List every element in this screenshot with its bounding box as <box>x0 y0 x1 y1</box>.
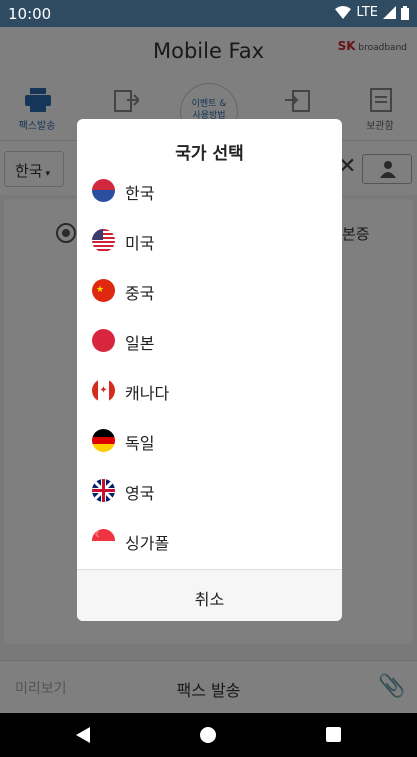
dialog-title: 국가 선택 <box>175 144 244 164</box>
signal-icon <box>383 6 396 19</box>
back-icon[interactable] <box>76 727 90 743</box>
network-label: LTE <box>356 5 378 20</box>
germany-flag-icon <box>92 429 115 452</box>
country-list: 한국 미국 ★ 중국 일본 ✦ 캐나다 독일 영국 ☾ 싱가폴 <box>77 165 342 565</box>
country-name: 미국 <box>125 234 155 253</box>
country-name: 중국 <box>125 284 155 303</box>
country-name: 독일 <box>125 434 155 453</box>
country-item-uk[interactable]: 영국 <box>77 465 342 515</box>
country-name: 일본 <box>125 334 155 353</box>
country-name: 싱가폴 <box>125 534 170 553</box>
korea-flag-icon <box>92 179 115 202</box>
home-icon[interactable] <box>200 727 216 743</box>
country-name: 한국 <box>125 184 155 203</box>
usa-flag-icon <box>92 229 115 252</box>
country-item-germany[interactable]: 독일 <box>77 415 342 465</box>
japan-flag-icon <box>92 329 115 352</box>
china-flag-icon: ★ <box>92 279 115 302</box>
battery-icon <box>401 5 409 20</box>
country-item-canada[interactable]: ✦ 캐나다 <box>77 365 342 415</box>
status-bar: 10:00 LTE <box>0 0 417 27</box>
recent-apps-icon[interactable] <box>326 727 341 742</box>
country-item-usa[interactable]: 미국 <box>77 215 342 265</box>
singapore-flag-icon: ☾ <box>92 529 115 552</box>
country-select-dialog: 국가 선택 한국 미국 ★ 중국 일본 ✦ 캐나다 독일 영국 ☾ 싱가폴 취소 <box>77 119 342 621</box>
canada-flag-icon: ✦ <box>92 379 115 402</box>
country-name: 캐나다 <box>125 384 170 403</box>
wifi-icon <box>335 6 352 19</box>
country-name: 영국 <box>125 484 155 503</box>
country-item-singapore[interactable]: ☾ 싱가폴 <box>77 515 342 565</box>
uk-flag-icon <box>92 479 115 502</box>
country-item-japan[interactable]: 일본 <box>77 315 342 365</box>
cancel-button[interactable]: 취소 <box>77 569 342 621</box>
country-item-china[interactable]: ★ 중국 <box>77 265 342 315</box>
status-time: 10:00 <box>8 5 52 23</box>
android-nav-bar <box>0 713 417 757</box>
country-item-korea[interactable]: 한국 <box>77 165 342 215</box>
